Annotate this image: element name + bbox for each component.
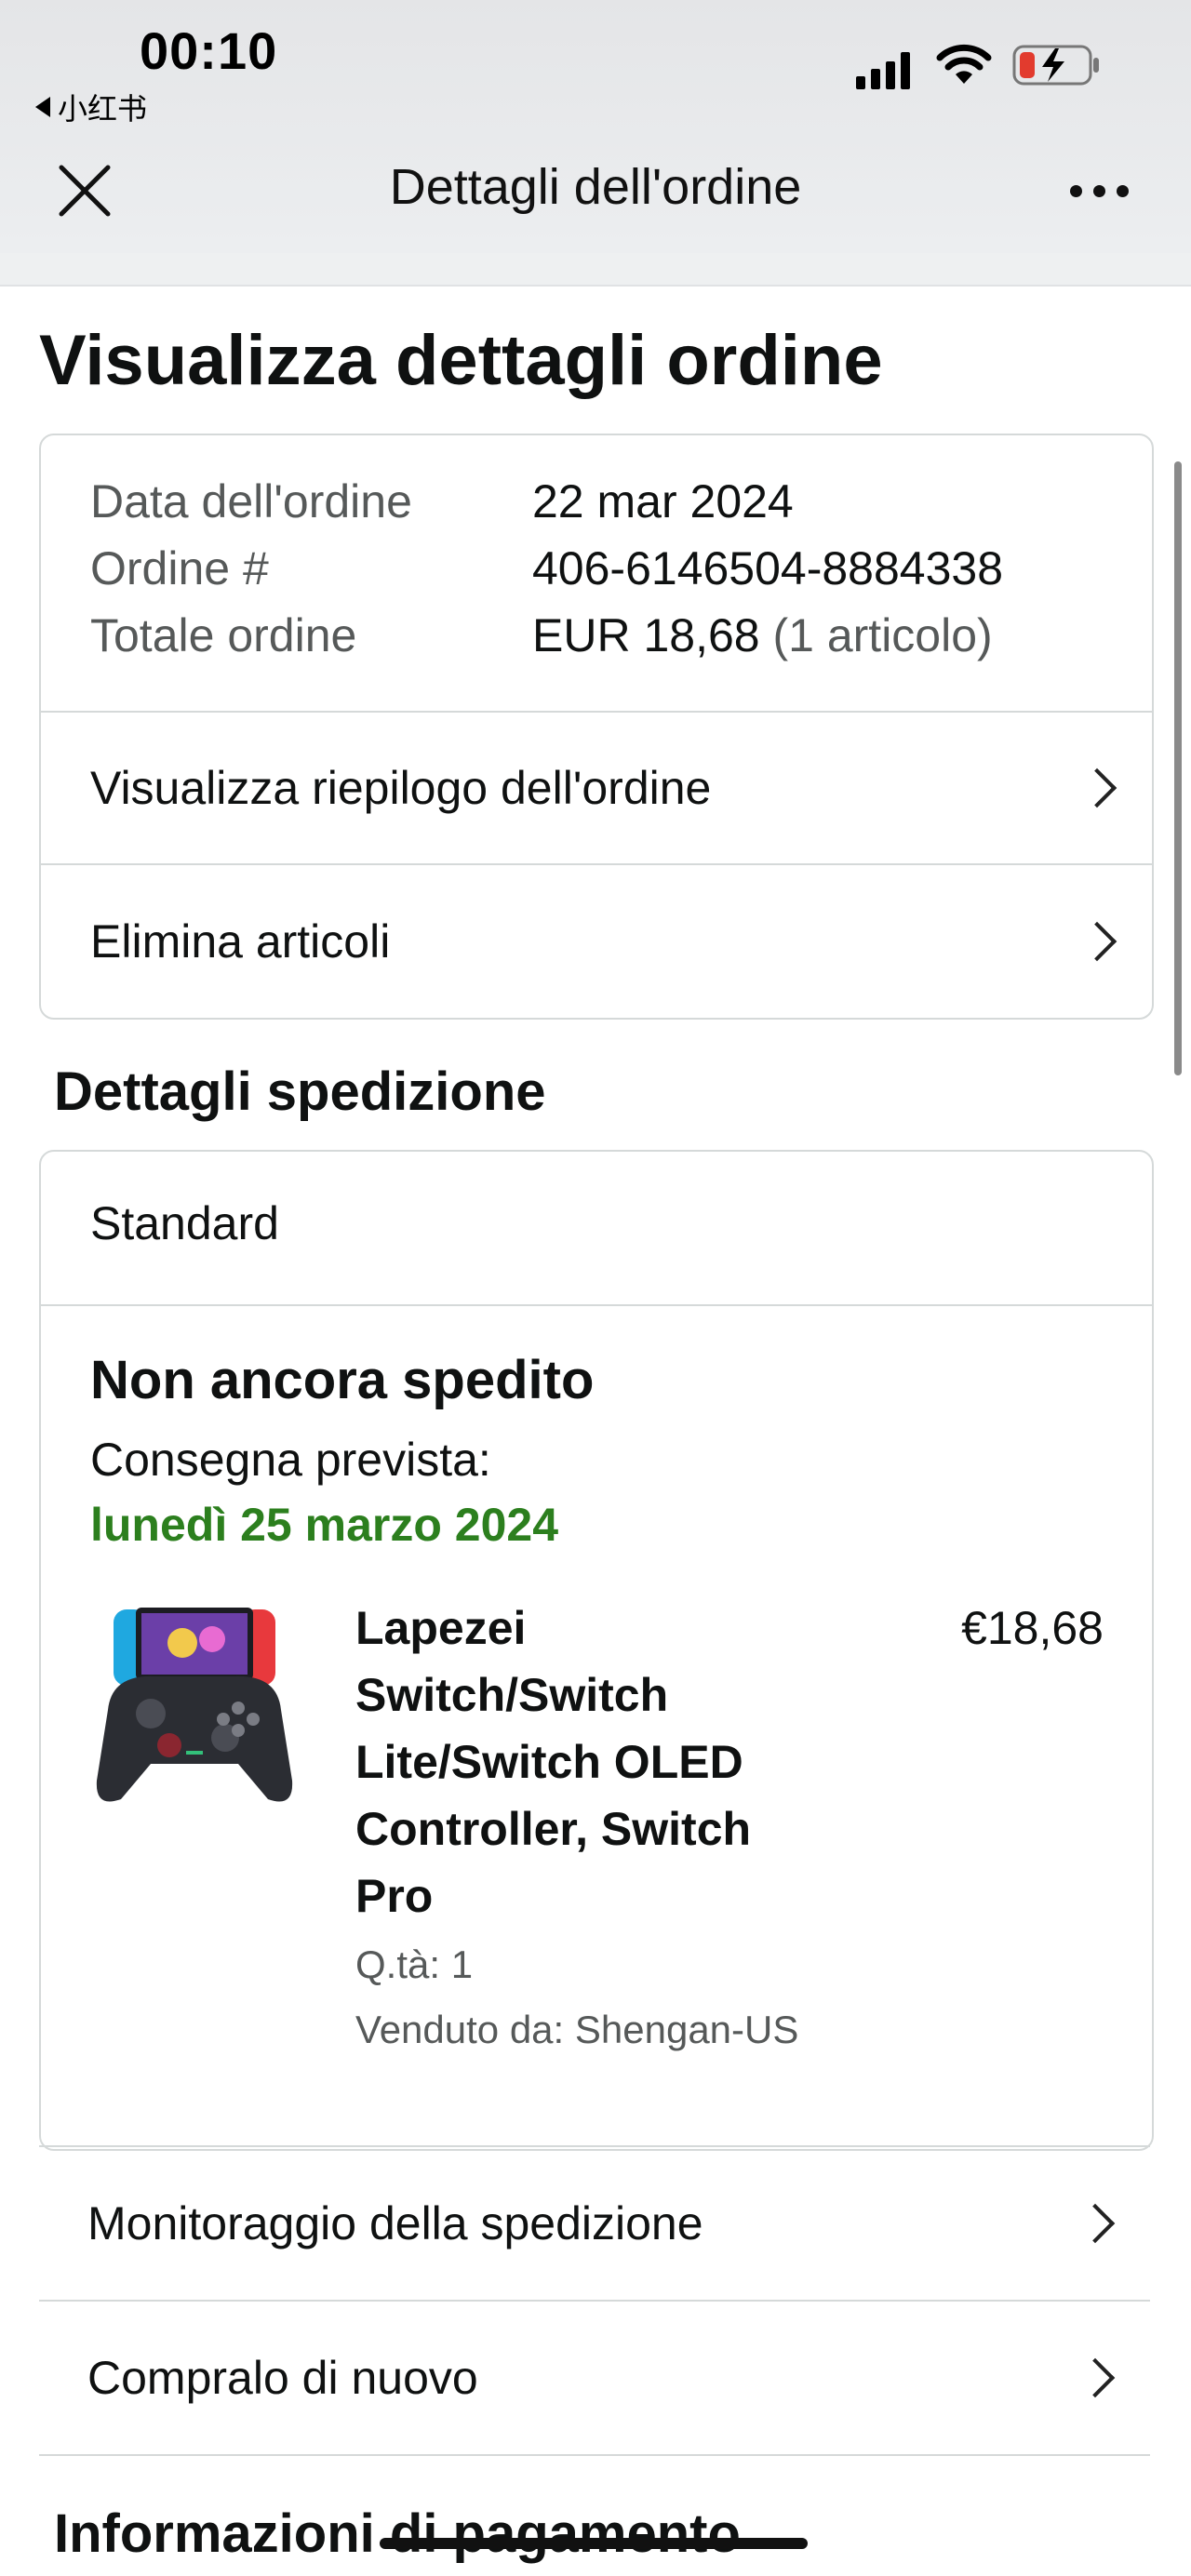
delivery-estimate-date: lunedì 25 marzo 2024 xyxy=(90,1499,559,1551)
order-total-items: (1 articolo) xyxy=(772,609,993,661)
order-total-label: Totale ordine xyxy=(90,609,357,661)
more-options-icon[interactable] xyxy=(1070,167,1129,214)
nav-title: Dettagli dell'ordine xyxy=(389,159,802,215)
order-total: EUR 18,68 (1 articolo) xyxy=(532,608,993,662)
back-triangle-icon xyxy=(35,97,50,117)
view-order-summary-label: Visualizza riepilogo dell'ordine xyxy=(90,762,712,814)
shipping-card: Standard Non ancora spedito Consegna pre… xyxy=(39,1150,1154,2151)
delivery-estimate-label: Consegna prevista: xyxy=(90,1434,491,1486)
home-indicator[interactable] xyxy=(380,2538,808,2549)
chevron-right-icon xyxy=(1077,921,1117,962)
header-separator xyxy=(0,253,1191,287)
divider xyxy=(39,2454,1150,2456)
chevron-right-icon xyxy=(1077,767,1117,808)
divider xyxy=(41,1304,1152,1306)
order-actions-list: Monitoraggio della spedizione Compralo d… xyxy=(39,2145,1150,2458)
status-time: 00:10 xyxy=(140,21,278,80)
top-bar: 00:10 小红书 Dettagli dell'ordine xyxy=(0,0,1191,253)
order-date-label: Data dell'ordine xyxy=(90,475,412,527)
product-title-link[interactable]: Lapezei Switch/Switch Lite/Switch OLED C… xyxy=(355,1595,839,1929)
view-order-summary-link[interactable]: Visualizza riepilogo dell'ordine xyxy=(41,713,1152,863)
order-date-value: 22 mar 2024 xyxy=(532,475,794,527)
product-quantity: Q.tà: 1 xyxy=(355,1942,474,1986)
product-price: €18,68 xyxy=(961,1602,1104,1654)
order-number-value: 406-6146504-8884338 xyxy=(532,542,1004,594)
track-shipment-label: Monitoraggio della spedizione xyxy=(87,2197,703,2249)
back-app-label: 小红书 xyxy=(58,92,148,126)
back-to-app-button[interactable]: 小红书 xyxy=(35,86,147,128)
track-shipment-link[interactable]: Monitoraggio della spedizione xyxy=(39,2147,1150,2300)
battery-charging-icon xyxy=(1012,45,1099,86)
order-summary-card: Data dell'ordine 22 mar 2024 Ordine # 40… xyxy=(39,434,1154,1020)
delete-items-link[interactable]: Elimina articoli xyxy=(41,865,1152,1018)
cellular-signal-icon xyxy=(856,48,910,89)
order-total-value: EUR 18,68 xyxy=(532,609,760,661)
chevron-right-icon xyxy=(1075,2357,1116,2398)
buy-again-link[interactable]: Compralo di nuovo xyxy=(39,2302,1150,2454)
buy-again-label: Compralo di nuovo xyxy=(87,2352,478,2404)
payment-section-title: Informazioni di pagamento xyxy=(54,2503,741,2564)
shipping-section-title: Dettagli spedizione xyxy=(54,1061,546,1122)
shipping-method: Standard xyxy=(90,1197,279,1249)
game-controller-image[interactable] xyxy=(89,1598,300,1809)
shipping-status: Non ancora spedito xyxy=(90,1350,595,1410)
delete-items-label: Elimina articoli xyxy=(90,915,391,968)
page-title: Visualizza dettagli ordine xyxy=(39,321,883,400)
wifi-icon xyxy=(936,44,992,84)
chevron-right-icon xyxy=(1075,2203,1116,2244)
scrollbar[interactable] xyxy=(1174,461,1182,1075)
order-number-label: Ordine # xyxy=(90,542,269,594)
product-seller: Venduto da: Shengan-US xyxy=(355,2008,799,2051)
